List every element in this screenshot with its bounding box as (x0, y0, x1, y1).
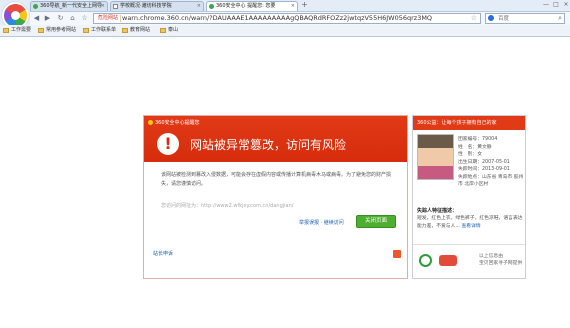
search-icon[interactable]: ⌕ (558, 14, 562, 23)
view-details-link[interactable]: 查看详情 (461, 224, 480, 229)
feedback-icon[interactable] (393, 250, 401, 258)
tab-360-warning[interactable]: 360安全中心 提醒您: 您要 × (206, 1, 298, 11)
tab-label: 360安全中心 提醒您: 您要 (216, 3, 276, 9)
page-content: 360安全中心提醒您 ! 网站被异常篡改，访问有风险 该网站被检测到篡改入侵数据… (0, 37, 570, 328)
back-icon[interactable]: ◀ (32, 14, 41, 23)
child-description: 短发，红色上衣，绿色裤子，红色凉鞋，语言表达能力差，不爱与人... 查看详情 (417, 215, 523, 231)
bookmark-label: 工作联系单 (91, 27, 117, 33)
charity-logo-icon[interactable] (419, 254, 432, 267)
close-window-icon[interactable]: × (562, 1, 570, 8)
visited-url-text: 您访问的网址为：http://www2.wfkjxy.com.cn/dangji… (161, 203, 294, 209)
close-page-button[interactable]: 关闭页面 (356, 215, 396, 228)
info-missing-date: 失踪时间：2013-09-01 (458, 167, 510, 172)
maximize-icon[interactable]: □ (552, 1, 560, 8)
tab-close-icon[interactable]: × (291, 2, 295, 11)
baidu-icon[interactable] (488, 15, 494, 21)
bookmark-label: 常用参考网站 (46, 27, 77, 33)
webmaster-appeal-link[interactable]: 站长申诉 (153, 250, 173, 257)
info-name: 姓 名：黄文静 (458, 144, 492, 150)
child-photo[interactable] (417, 134, 454, 180)
folder-icon (83, 28, 89, 33)
description-title: 失踪人特征描述： (417, 208, 458, 214)
warning-description: 该网站被检测到篡改入侵数据，可能会存在虚假内容或传播计算机病毒木马或病毒。为了避… (161, 172, 392, 187)
info-birthdate: 出生日期：2007-05-01 (458, 159, 510, 165)
favorites-icon[interactable]: ☆ (80, 14, 89, 23)
bookmark-folder-contact[interactable]: 工作联系单 (83, 27, 116, 34)
search-box: ⌕ (485, 13, 565, 24)
baobeihuijia-logo-icon[interactable] (439, 255, 457, 266)
url-text[interactable]: warn.chrome.360.cn/warn/?DAUAAAE1AAAAAAA… (122, 14, 452, 23)
browser-chrome: 360导航_新一代安全上网导 × 学校概况·潍坊科技学院 × 360安全中心 提… (0, 0, 570, 37)
navigation-bar: ◀ ▶ ↻ ⌂ ☆ 危险网站 warn.chrome.360.cn/warn/?… (30, 11, 570, 25)
folder-icon (3, 28, 9, 33)
bookmarks-bar: 工作需要 常用参考网站 工作联系单 教育网站 泰山 (0, 25, 570, 37)
tab-label: 360导航_新一代安全上网导 (40, 3, 103, 9)
tab-strip: 360导航_新一代安全上网导 × 学校概况·潍坊科技学院 × 360安全中心 提… (30, 0, 570, 11)
search-input[interactable] (498, 14, 554, 23)
page-favicon-icon (113, 4, 118, 9)
bookmark-folder-taishan[interactable]: 泰山 (160, 27, 178, 34)
bookmark-star-icon[interactable]: ☆ (471, 14, 477, 22)
360-favicon-icon (33, 4, 38, 9)
info-missing-place: 失踪地点：山东省 青岛市 胶州市 北岸小区村 (458, 174, 524, 188)
warning-header: 360安全中心提醒您 ! 网站被异常篡改，访问有风险 (144, 116, 407, 162)
360-safety-logo: 360安全中心提醒您 (148, 119, 200, 126)
exclamation-alert-icon: ! (157, 133, 179, 155)
charity-header[interactable]: 360公益：让每个孩子拥有自己的家 (413, 116, 525, 130)
360-logo-icon (148, 120, 153, 125)
bookmark-folder-references[interactable]: 常用参考网站 (38, 27, 76, 34)
address-bar[interactable]: 危险网站 warn.chrome.360.cn/warn/?DAUAAAE1AA… (93, 13, 481, 24)
bookmark-folder-work[interactable]: 工作需要 (3, 27, 31, 34)
bookmark-folder-education[interactable]: 教育网站 (122, 27, 150, 34)
bookmark-label: 教育网站 (130, 27, 151, 33)
warning-title: 网站被异常篡改，访问有风险 (190, 138, 347, 152)
folder-icon (122, 28, 128, 33)
refresh-icon[interactable]: ↻ (56, 14, 65, 23)
danger-site-badge: 危险网站 (96, 15, 122, 22)
sponsor-text: 以上信息由 宝贝回家寻子网提供 (479, 254, 523, 266)
folder-icon (160, 28, 166, 33)
tab-360-navigation[interactable]: 360导航_新一代安全上网导 × (30, 1, 108, 11)
child-info: 团家编号：79004 姓 名：黄文静 性 别：女 出生日期：2007-05-01… (458, 136, 524, 189)
info-id: 团家编号：79004 (458, 137, 498, 142)
home-icon[interactable]: ⌂ (68, 14, 77, 23)
tab-label: 学校概况·潍坊科技学院 (120, 3, 172, 9)
security-warning-panel: 360安全中心提醒您 ! 网站被异常篡改，访问有风险 该网站被检测到篡改入侵数据… (143, 115, 408, 279)
tab-close-icon[interactable]: × (101, 2, 105, 11)
bookmark-label: 泰山 (168, 27, 179, 33)
360-favicon-icon (209, 4, 214, 9)
tab-close-icon[interactable]: × (197, 2, 201, 11)
minimize-icon[interactable]: — (542, 1, 550, 8)
forward-icon[interactable]: ▶ (43, 14, 52, 23)
bookmark-label: 工作需要 (11, 27, 32, 33)
missing-child-panel: 360公益：让每个孩子拥有自己的家 团家编号：79004 姓 名：黄文静 性 别… (412, 115, 526, 279)
info-gender: 性 别：女 (458, 152, 482, 157)
logo-label: 360安全中心提醒您 (155, 120, 200, 126)
charity-footer: 以上信息由 宝贝回家寻子网提供 (413, 244, 525, 278)
report-continue-link[interactable]: 举报误报 · 继续访问 (299, 219, 344, 226)
tab-school-overview[interactable]: 学校概况·潍坊科技学院 × (110, 1, 204, 11)
new-tab-button[interactable]: + (300, 1, 309, 10)
folder-icon (38, 28, 44, 33)
